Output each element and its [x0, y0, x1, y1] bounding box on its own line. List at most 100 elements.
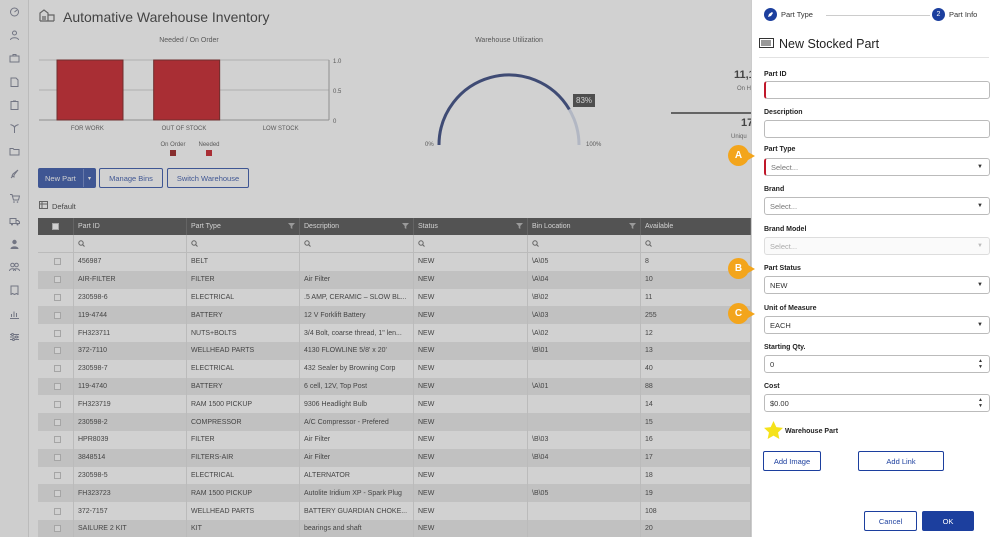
row-checkbox-cell[interactable] [38, 430, 74, 449]
checkbox[interactable] [54, 400, 61, 408]
cost-input[interactable]: $0.00 ▲ ▼ [764, 394, 990, 412]
checkbox[interactable] [54, 276, 61, 284]
table-row[interactable]: FH323711 NUTS+BOLTS 3/4 Bolt, coarse threa… [38, 324, 751, 342]
row-checkbox-cell[interactable] [38, 253, 74, 271]
checkbox[interactable] [54, 471, 61, 479]
rocket-icon[interactable] [9, 169, 20, 179]
part-id-input[interactable] [764, 81, 990, 99]
checkbox[interactable] [54, 489, 61, 497]
column-header[interactable]: Part ID [74, 218, 187, 235]
table-row[interactable]: 230598-7 ELECTRICAL 432 Sealer by Browning… [38, 359, 751, 378]
checkbox[interactable] [54, 293, 61, 301]
new-part-button[interactable]: New Part ▾ [38, 168, 96, 188]
switch-warehouse-button[interactable]: Switch Warehouse [167, 168, 249, 188]
filter-icon[interactable] [516, 222, 523, 231]
checkbox[interactable] [54, 365, 61, 373]
row-checkbox-cell[interactable] [38, 359, 74, 378]
view-selector[interactable]: Default [39, 201, 76, 211]
cart-icon[interactable] [9, 193, 21, 203]
user-icon[interactable] [9, 239, 20, 249]
dashboard-icon[interactable] [9, 7, 20, 17]
chevron-down-icon[interactable]: ▾ [83, 169, 95, 187]
truck-icon[interactable] [9, 216, 20, 226]
uom-select[interactable]: EACH ▼ [764, 316, 990, 334]
description-input[interactable] [764, 120, 990, 138]
filter-input[interactable] [414, 235, 528, 252]
row-checkbox-cell[interactable] [38, 270, 74, 289]
table-row[interactable]: FH323723 RAM 1500 PICKUP Autolite Iridium … [38, 484, 751, 503]
row-checkbox-cell[interactable] [38, 306, 74, 325]
checkbox[interactable] [54, 454, 61, 462]
filter-input[interactable] [641, 235, 751, 252]
add-image-button[interactable]: Add Image [763, 451, 821, 471]
row-checkbox-cell[interactable] [38, 502, 74, 520]
part-status-select[interactable]: NEW ▼ [764, 276, 990, 294]
filter-input[interactable] [528, 235, 641, 252]
table-row[interactable]: 119-4740 BATTERY 6 cell, 12V, Top Post NEW \… [38, 377, 751, 396]
row-checkbox-cell[interactable] [38, 341, 74, 360]
column-header[interactable]: Part Type [187, 218, 300, 235]
table-row[interactable]: AIR-FILTER FILTER Air Filter NEW \A\04 10 [38, 270, 751, 289]
column-header[interactable]: Bin Location [528, 218, 641, 235]
row-checkbox-cell[interactable] [38, 288, 74, 307]
folder-icon[interactable] [9, 146, 20, 156]
column-header[interactable]: Available [641, 218, 751, 235]
checkbox[interactable] [54, 436, 61, 444]
checkbox[interactable] [54, 418, 61, 426]
checkbox[interactable] [54, 507, 61, 515]
spinner-icon[interactable]: ▲ ▼ [978, 397, 983, 409]
table-row[interactable]: 230598-5 ELECTRICAL ALTERNATOR NEW 18 [38, 466, 751, 485]
filter-icon[interactable] [402, 222, 409, 231]
filter-input[interactable] [300, 235, 414, 252]
briefcase-icon[interactable] [9, 53, 20, 63]
checkbox[interactable] [54, 258, 61, 266]
table-row[interactable]: 230598-2 COMPRESSOR A/C Compressor - Prefe… [38, 413, 751, 431]
part-type-select[interactable]: Select... ▼ [764, 158, 990, 176]
clipboard-icon[interactable] [9, 100, 20, 110]
cancel-button[interactable]: Cancel [864, 511, 917, 531]
grid-filter-row[interactable] [38, 235, 751, 253]
row-checkbox-cell[interactable] [38, 484, 74, 503]
checkbox[interactable] [54, 525, 61, 533]
filter-icon[interactable] [629, 222, 636, 231]
table-row[interactable]: 372-7110 WELLHEAD PARTS 4130 FLOWLINE 5/8'… [38, 341, 751, 360]
filter-icon[interactable] [288, 222, 295, 231]
receipt-icon[interactable] [9, 285, 20, 296]
spinner-icon[interactable]: ▲ ▼ [978, 358, 983, 370]
step-part-type[interactable]: Part Type [764, 8, 813, 21]
table-row[interactable]: 119-4744 BATTERY 12 V Forklift Battery NEW \… [38, 306, 751, 325]
checkbox[interactable] [54, 311, 61, 319]
add-link-button[interactable]: Add Link [858, 451, 944, 471]
table-row[interactable]: 372-7157 WELLHEAD PARTS BATTERY GUARDIAN C… [38, 502, 751, 520]
table-row[interactable]: 456987 BELT NEW \A\05 8 [38, 253, 751, 271]
table-row[interactable]: HPR8039 FILTER Air Filter NEW \B\03 16 [38, 430, 751, 449]
row-checkbox-cell[interactable] [38, 377, 74, 396]
ok-button[interactable]: OK [922, 511, 974, 531]
table-row[interactable]: FH323719 RAM 1500 PICKUP 9306 Headlight Bu… [38, 395, 751, 414]
table-row[interactable]: 230598-6 ELECTRICAL .5 AMP, CERAMIC – SLOW… [38, 288, 751, 307]
select-all-checkbox[interactable] [38, 218, 74, 235]
checkbox[interactable] [54, 347, 61, 355]
checkbox[interactable] [54, 382, 61, 390]
brand-model-select[interactable]: Select... ▼ [764, 237, 990, 255]
step-part-info[interactable]: 2 Part Info [932, 8, 977, 21]
starting-qty-input[interactable]: 0 ▲ ▼ [764, 355, 990, 373]
filter-input[interactable] [187, 235, 300, 252]
document-icon[interactable] [9, 77, 20, 87]
table-row[interactable]: SAILURE 2 KIT KIT bearings and shaft NEW 20 [38, 519, 751, 537]
row-checkbox-cell[interactable] [38, 395, 74, 414]
column-header[interactable]: Status [414, 218, 528, 235]
warehouse-part-toggle[interactable]: Warehouse Part [764, 421, 838, 441]
checkbox[interactable] [54, 329, 61, 337]
group-icon[interactable] [9, 262, 20, 272]
row-checkbox-cell[interactable] [38, 519, 74, 537]
manage-bins-button[interactable]: Manage Bins [99, 168, 163, 188]
plant-icon[interactable] [9, 123, 20, 133]
row-checkbox-cell[interactable] [38, 466, 74, 485]
filter-input[interactable] [74, 235, 187, 252]
row-checkbox-cell[interactable] [38, 324, 74, 342]
brand-select[interactable]: Select... ▼ [764, 197, 990, 215]
person-icon[interactable] [9, 30, 20, 41]
table-row[interactable]: 3848514 FILTERS-AIR Air Filter NEW \B\04 17 [38, 448, 751, 467]
settings-icon[interactable] [9, 332, 20, 342]
